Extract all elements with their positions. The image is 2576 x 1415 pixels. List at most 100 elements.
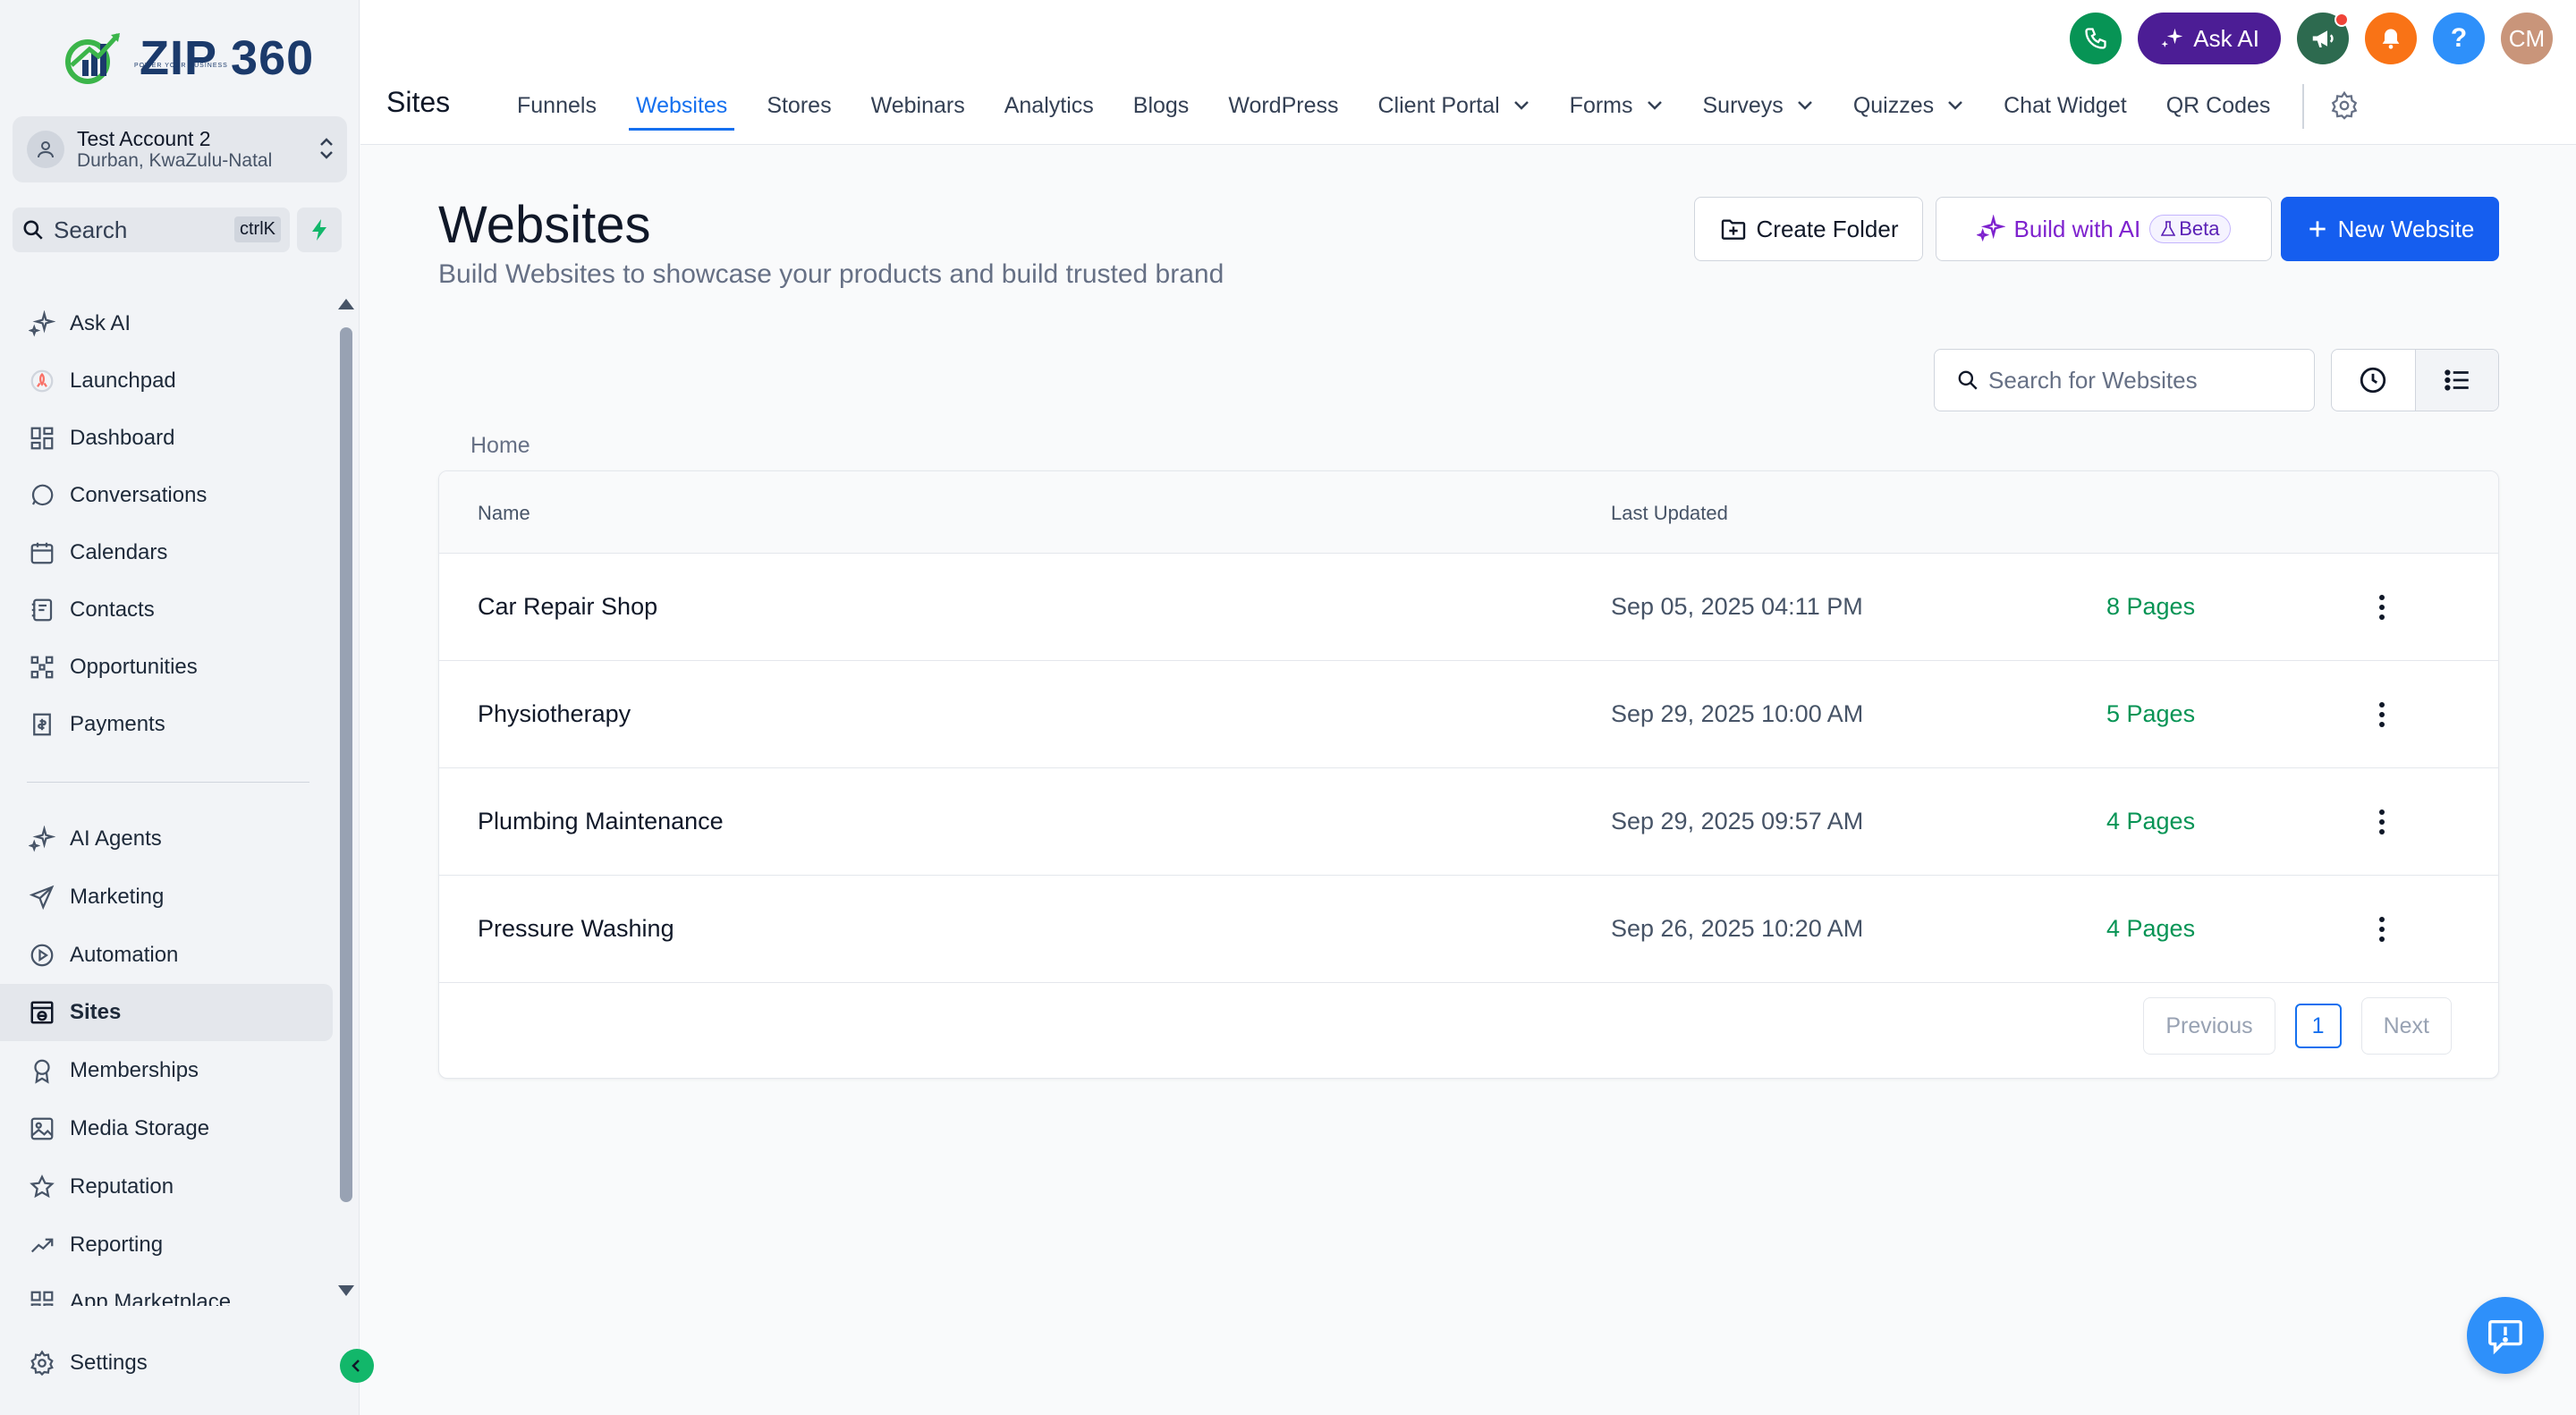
tab-separator — [2302, 84, 2305, 129]
next-page-button[interactable]: Next — [2360, 997, 2452, 1055]
sidebar-item-sites[interactable]: Sites — [0, 984, 333, 1041]
sidebar-scrollbar-thumb[interactable] — [340, 327, 352, 1202]
notifications-button[interactable] — [2365, 13, 2417, 64]
ask-ai-button[interactable]: Ask AI — [2138, 13, 2281, 64]
sidebar-item-dashboard[interactable]: Dashboard — [0, 410, 333, 467]
tab-analytics[interactable]: Analytics — [985, 80, 1114, 131]
scroll-up-arrow-icon[interactable] — [338, 299, 354, 309]
table-row[interactable]: Physiotherapy Sep 29, 2025 10:00 AM 5 Pa… — [439, 661, 2498, 768]
sidebar-item-settings[interactable]: Settings — [0, 1335, 333, 1392]
more-vertical-icon[interactable] — [2364, 908, 2400, 951]
website-search-input[interactable] — [1988, 366, 2292, 394]
sites-tabs: Funnels Websites Stores Webinars Analyti… — [497, 80, 2372, 145]
sidebar-item-label: Ask AI — [70, 311, 131, 335]
quick-actions-button[interactable] — [297, 208, 342, 252]
phone-button[interactable] — [2070, 13, 2123, 64]
scroll-down-arrow-icon[interactable] — [338, 1285, 354, 1296]
website-name[interactable]: Pressure Washing — [478, 915, 674, 943]
brand-logo[interactable]: ZIP 360 — [63, 27, 314, 89]
website-name[interactable]: Physiotherapy — [478, 700, 631, 728]
bell-icon — [2382, 29, 2400, 49]
sidebar-item-conversations[interactable]: Conversations — [0, 467, 333, 524]
build-with-ai-label: Build with AI — [2013, 215, 2141, 242]
tab-wordpress[interactable]: WordPress — [1208, 80, 1358, 131]
tab-blogs[interactable]: Blogs — [1114, 80, 1209, 131]
page-number-button[interactable]: 1 — [2294, 1004, 2342, 1048]
more-vertical-icon[interactable] — [2364, 586, 2400, 629]
tab-quizzes[interactable]: Quizzes — [1834, 80, 1984, 131]
account-switcher[interactable]: Test Account 2 Durban, KwaZulu-Natal — [13, 116, 347, 182]
sidebar-item-app-marketplace[interactable]: App Marketplace — [0, 1274, 333, 1306]
sidebar-item-calendars[interactable]: Calendars — [0, 524, 333, 581]
website-name[interactable]: Plumbing Maintenance — [478, 808, 724, 835]
previous-page-button[interactable]: Previous — [2143, 997, 2275, 1055]
sidebar-item-ai-agents[interactable]: AI Agents — [0, 810, 333, 868]
column-header-last-updated[interactable]: Last Updated — [1611, 502, 1728, 525]
sidebar-item-ask-ai[interactable]: Ask AI — [0, 295, 333, 352]
support-chat-button[interactable] — [2467, 1297, 2544, 1374]
tab-chat-widget[interactable]: Chat Widget — [1984, 80, 2147, 131]
page-count[interactable]: 4 Pages — [2106, 915, 2195, 943]
table-row[interactable]: Plumbing Maintenance Sep 29, 2025 09:57 … — [439, 768, 2498, 876]
website-search-field[interactable] — [1934, 349, 2315, 411]
list-view-button[interactable] — [2414, 350, 2498, 411]
view-toggle-group — [2331, 349, 2499, 411]
sites-settings-button[interactable] — [2317, 80, 2372, 131]
sidebar-item-opportunities[interactable]: Opportunities — [0, 639, 333, 696]
sidebar-divider — [27, 782, 309, 783]
page-count[interactable]: 4 Pages — [2106, 808, 2195, 835]
search-icon — [1958, 370, 1978, 390]
tab-stores[interactable]: Stores — [747, 80, 851, 131]
sidebar-search-label: Search — [54, 216, 128, 243]
tab-webinars[interactable]: Webinars — [852, 80, 985, 131]
tab-label: Client Portal — [1377, 92, 1500, 118]
sidebar-item-label: Automation — [70, 943, 179, 967]
tab-funnels[interactable]: Funnels — [497, 80, 616, 131]
announcements-button[interactable] — [2297, 13, 2349, 64]
sidebar-item-automation[interactable]: Automation — [0, 927, 333, 984]
tab-forms[interactable]: Forms — [1550, 80, 1683, 131]
user-avatar[interactable]: CM — [2501, 13, 2553, 64]
gear-icon — [27, 1348, 57, 1378]
new-website-button[interactable]: New Website — [2281, 197, 2499, 261]
sidebar-item-launchpad[interactable]: Launchpad — [0, 352, 333, 410]
tab-label: WordPress — [1228, 92, 1339, 118]
chevron-down-icon — [1513, 101, 1529, 110]
table-row[interactable]: Car Repair Shop Sep 05, 2025 04:11 PM 8 … — [439, 554, 2498, 661]
sidebar-item-label: Marketing — [70, 885, 165, 909]
create-folder-button[interactable]: Create Folder — [1694, 197, 1923, 261]
recent-view-button[interactable] — [2332, 350, 2415, 411]
sidebar-item-payments[interactable]: Payments — [0, 696, 333, 753]
sidebar-search[interactable]: Search ctrlK — [13, 208, 290, 252]
tab-client-portal[interactable]: Client Portal — [1359, 80, 1550, 131]
build-with-ai-button[interactable]: Build with AI Beta — [1936, 197, 2272, 261]
more-vertical-icon[interactable] — [2364, 801, 2400, 843]
chevron-left-icon — [352, 1360, 360, 1372]
sidebar-item-memberships[interactable]: Memberships — [0, 1042, 333, 1099]
tab-label: Webinars — [870, 92, 965, 118]
table-row[interactable]: Pressure Washing Sep 26, 2025 10:20 AM 4… — [439, 876, 2498, 983]
column-header-name[interactable]: Name — [478, 502, 530, 525]
sidebar-collapse-button[interactable] — [340, 1349, 374, 1383]
sidebar-item-reporting[interactable]: Reporting — [0, 1216, 333, 1274]
tab-surveys[interactable]: Surveys — [1683, 80, 1834, 131]
help-button[interactable]: ? — [2433, 13, 2485, 64]
grid-icon — [27, 423, 57, 453]
sidebar-item-marketing[interactable]: Marketing — [0, 868, 333, 926]
tab-qr-codes[interactable]: QR Codes — [2147, 80, 2291, 131]
sidebar-item-label: Launchpad — [70, 369, 176, 393]
more-vertical-icon[interactable] — [2364, 693, 2400, 736]
sidebar-item-reputation[interactable]: Reputation — [0, 1158, 333, 1216]
website-name[interactable]: Car Repair Shop — [478, 593, 657, 621]
sidebar-item-media-storage[interactable]: Media Storage — [0, 1100, 333, 1157]
new-website-label: New Website — [2337, 215, 2475, 242]
calendar-icon — [27, 538, 57, 568]
tab-websites[interactable]: Websites — [616, 80, 747, 131]
page-count[interactable]: 5 Pages — [2106, 700, 2195, 728]
automation-icon — [27, 940, 57, 970]
sidebar-item-contacts[interactable]: Contacts — [0, 581, 333, 639]
section-title: Sites — [386, 86, 451, 118]
breadcrumb[interactable]: Home — [470, 433, 530, 459]
page-count[interactable]: 8 Pages — [2106, 593, 2195, 621]
brand-name: ZIP 360 — [140, 31, 315, 85]
